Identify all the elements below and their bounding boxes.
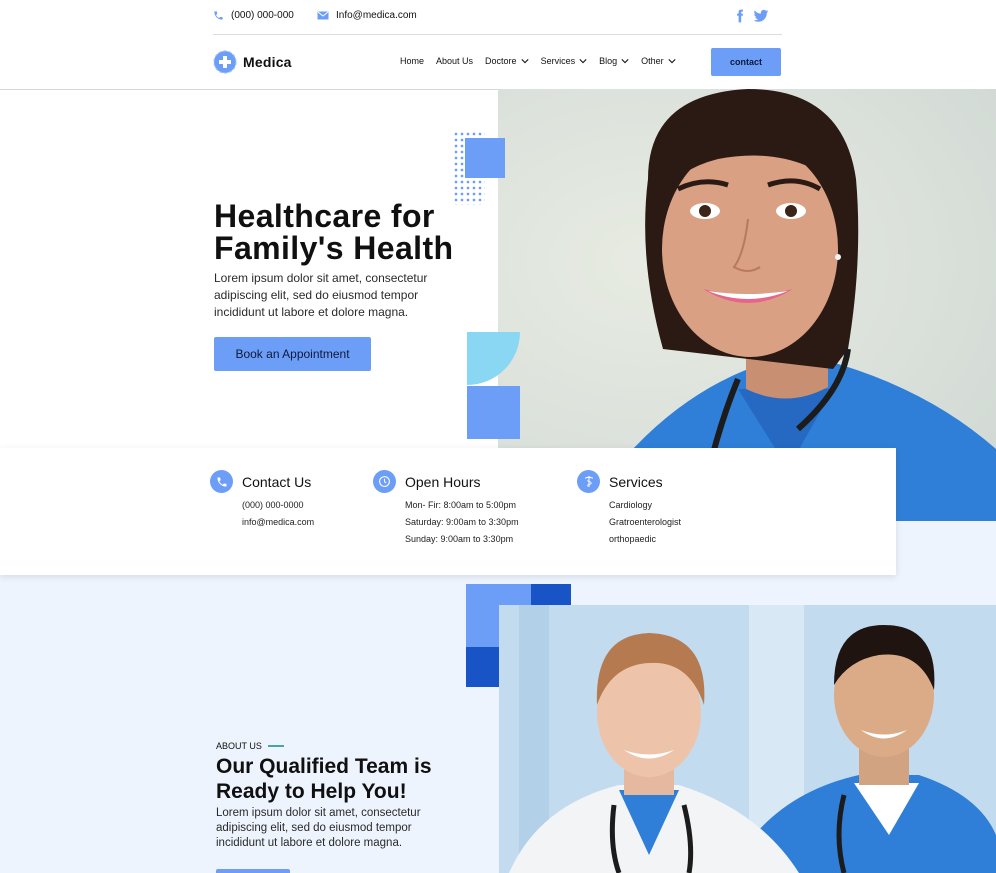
info-contact-title: Contact Us (242, 474, 312, 490)
mail-icon (317, 11, 329, 20)
info-line[interactable]: info@medica.com (242, 514, 314, 531)
topbar-phone-text: (000) 000-000 (231, 10, 294, 21)
nav-item-blog[interactable]: Blog (599, 56, 629, 66)
info-hours-lines: Mon- Fir: 8:00am to 5:00pm Saturday: 9:0… (405, 497, 519, 548)
chevron-down-icon (579, 59, 587, 64)
about-description: Lorem ipsum dolor sit amet, consectetur … (216, 807, 421, 849)
nav-item-label: Doctore (485, 56, 517, 66)
info-line[interactable]: (000) 000-0000 (242, 497, 314, 514)
nav-item-label: Services (540, 56, 576, 66)
top-bar: (000) 000-000 Info@medica.com (213, 0, 782, 35)
nav-item-label: Blog (599, 56, 618, 66)
nav-item-doctore[interactable]: Doctore (485, 56, 529, 66)
phone-icon (210, 470, 233, 493)
about-eyebrow-text: ABOUT US (216, 741, 262, 751)
hero-title: Healthcare for Family's Health (214, 200, 474, 264)
decorative-square (465, 138, 505, 178)
nav-item-label: About Us (436, 56, 474, 66)
chevron-down-icon (621, 59, 629, 64)
info-hours-title: Open Hours (405, 474, 481, 490)
contact-button[interactable]: contact (711, 48, 781, 76)
topbar-email-text: Info@medica.com (336, 10, 417, 21)
info-line[interactable]: orthopaedic (609, 531, 681, 548)
phone-icon (214, 11, 223, 20)
decorative-square (466, 647, 499, 687)
clock-icon (373, 470, 396, 493)
topbar-email[interactable]: Info@medica.com (317, 10, 417, 21)
decorative-square (531, 584, 571, 605)
about-title-line: Ready to Help You! (216, 780, 407, 803)
info-line: Mon- Fir: 8:00am to 5:00pm (405, 500, 517, 510)
hero-title-line: Healthcare for (214, 198, 435, 234)
nav-item-other[interactable]: Other (641, 56, 676, 66)
main-nav: Home About Us Doctore Services Blog Othe… (400, 56, 688, 66)
caduceus-icon (577, 470, 600, 493)
nav-item-home[interactable]: Home (400, 56, 424, 66)
social-links (733, 8, 769, 24)
about-title: Our Qualified Team is Ready to Help You! (216, 754, 476, 804)
nav-item-label: Other (641, 56, 664, 66)
brand-logo[interactable]: Medica (213, 50, 292, 74)
info-services-title: Services (609, 474, 663, 490)
chevron-down-icon (668, 59, 676, 64)
hero-description: Lorem ipsum dolor sit amet, consectetur … (214, 271, 428, 319)
eyebrow-divider (267, 745, 284, 747)
brand-name: Medica (243, 54, 292, 70)
nav-item-about[interactable]: About Us (436, 56, 473, 66)
nav-item-services[interactable]: Services (541, 56, 588, 66)
nav-item-label: Home (400, 56, 425, 66)
info-line[interactable]: Cardiology (609, 497, 681, 514)
decorative-square (467, 386, 520, 439)
info-contact-lines: (000) 000-0000 info@medica.com (242, 497, 314, 531)
team-illustration (499, 605, 996, 873)
facebook-icon[interactable] (733, 8, 747, 24)
header-divider (0, 89, 498, 90)
twitter-icon[interactable] (753, 8, 769, 24)
hero-title-line: Family's Health (214, 230, 454, 266)
about-button[interactable] (216, 869, 290, 873)
info-card: Contact Us (000) 000-0000 info@medica.co… (0, 448, 896, 575)
book-appointment-button[interactable]: Book an Appointment (214, 337, 371, 371)
topbar-phone[interactable]: (000) 000-000 (213, 10, 294, 21)
info-services-lines: Cardiology Gratroenterologist orthopaedi… (609, 497, 681, 548)
team-doctors-photo (499, 605, 996, 873)
about-eyebrow: ABOUT US (216, 741, 284, 751)
about-title-line: Our Qualified Team is (216, 755, 432, 778)
info-line[interactable]: Gratroenterologist (609, 514, 681, 531)
chevron-down-icon (520, 59, 529, 64)
info-line: Saturday: 9:00am to 3:30pm (405, 517, 519, 527)
info-line: Sunday: 9:00am to 3:30pm (405, 534, 514, 544)
medical-cross-logo-icon (213, 50, 237, 74)
